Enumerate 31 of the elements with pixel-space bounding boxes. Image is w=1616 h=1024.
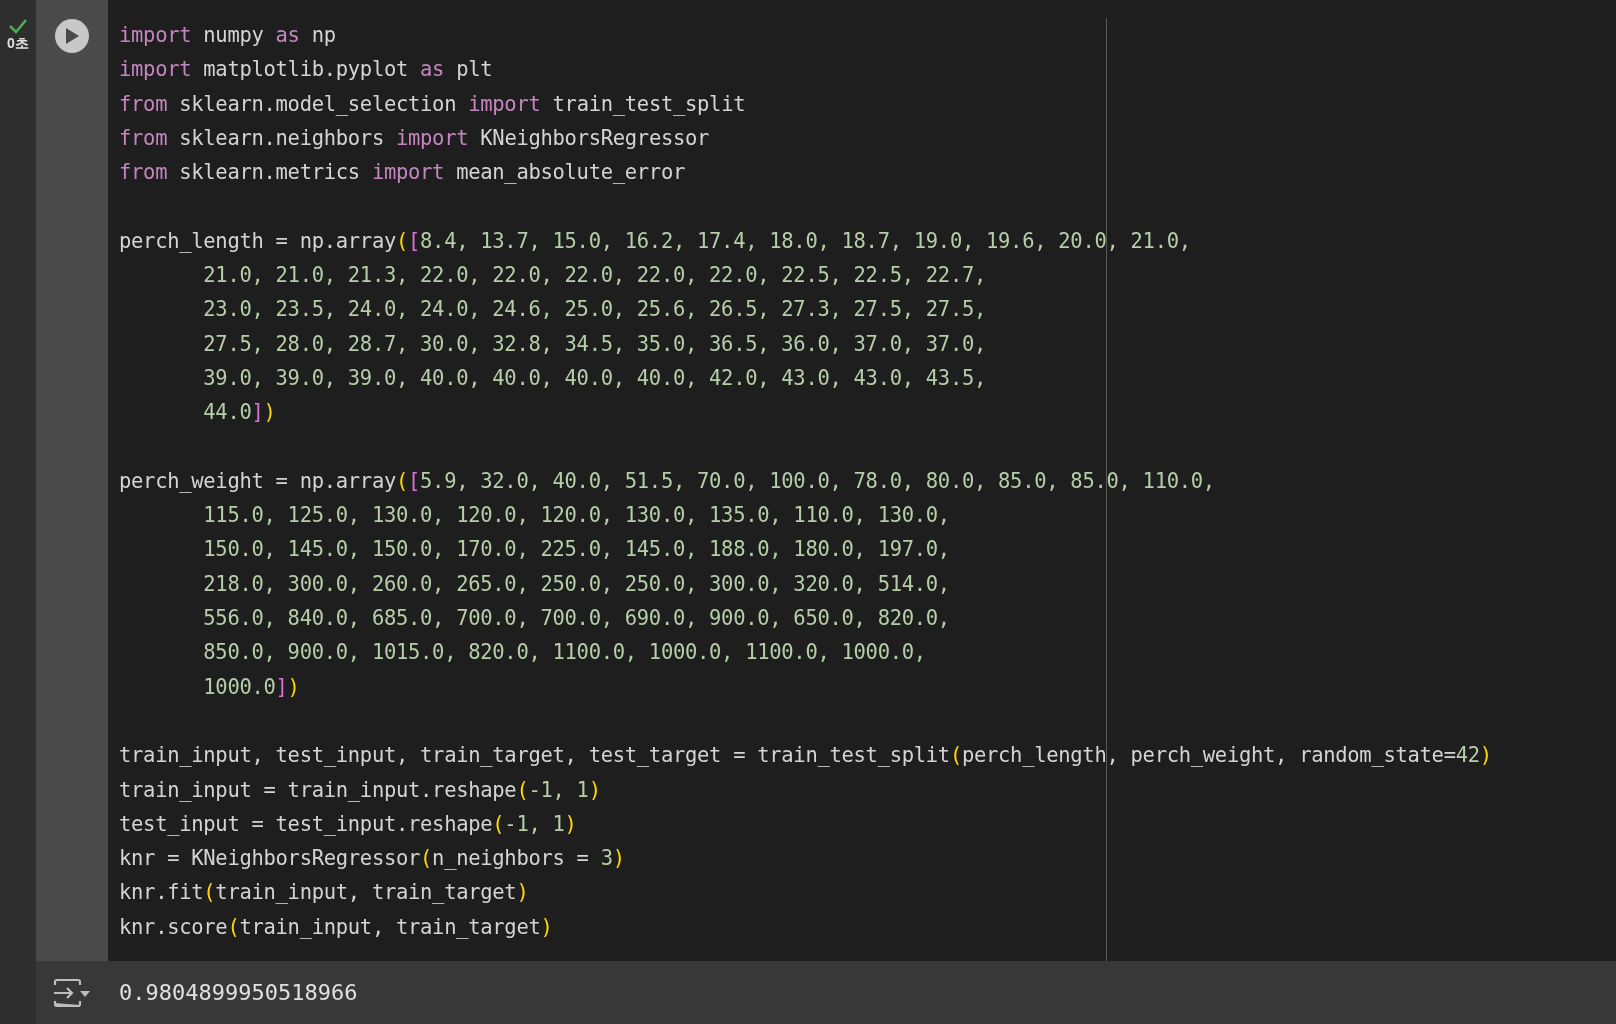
run-duration: 0초 — [7, 36, 29, 50]
code-line: knr = KNeighborsRegressor(n_neighbors = 3) — [119, 845, 625, 873]
code-line: 850.0, 900.0, 1015.0, 820.0, 1100.0, 1000.0, 1100.0, 1000.0, — [202, 639, 926, 667]
code-line: 115.0, 125.0, 130.0, 120.0, 120.0, 130.0, 135.0, 110.0, 130.0, — [202, 502, 950, 530]
code-line: test_input = test_input.reshape(-1, 1) — [119, 810, 577, 838]
code-line: 150.0, 145.0, 150.0, 170.0, 225.0, 145.0, 188.0, 180.0, 197.0, — [202, 536, 950, 564]
output-toggle-icon — [52, 977, 92, 1008]
code-line: import matplotlib.pyplot as plt — [119, 56, 493, 84]
output-text: 0.9804899950518966 — [118, 979, 358, 1007]
code-line: train_input = train_input.reshape(-1, 1) — [119, 776, 601, 804]
play-icon — [65, 28, 79, 44]
code-line: from sklearn.neighbors import KNeighborsRegressor — [119, 124, 710, 152]
code-line: 44.0]) — [202, 399, 276, 427]
run-cell-button[interactable] — [55, 19, 89, 53]
code-line: 21.0, 21.0, 21.3, 22.0, 22.0, 22.0, 22.0, 22.0, 22.5, 22.5, 22.7, — [202, 262, 987, 290]
code-line: knr.fit(train_input, train_target) — [119, 879, 529, 907]
code-line: 556.0, 840.0, 685.0, 700.0, 700.0, 690.0, 900.0, 650.0, 820.0, — [202, 605, 950, 633]
code-line: 39.0, 39.0, 39.0, 40.0, 40.0, 40.0, 40.0, 42.0, 43.0, 43.0, 43.5, — [202, 364, 987, 392]
code-line: train_input, test_input, train_target, test_target = train_test_split(perch_length, perch_weight, random_state=42) — [119, 742, 1492, 770]
code-line: 1000.0]) — [202, 673, 300, 701]
code-line: knr.score(train_input, train_target) — [119, 913, 553, 941]
output-actions-button[interactable] — [52, 977, 92, 1008]
code-line: 218.0, 300.0, 260.0, 265.0, 250.0, 250.0, 300.0, 320.0, 514.0, — [202, 570, 950, 598]
code-line: perch_weight = np.array([5.9, 32.0, 40.0, 51.5, 70.0, 100.0, 78.0, 80.0, 85.0, 85.0, 110.0, — [119, 467, 1215, 495]
code-line: from sklearn.model_selection import train_test_split — [119, 90, 746, 118]
code-line: 27.5, 28.0, 28.7, 30.0, 32.8, 34.5, 35.0, 36.5, 36.0, 37.0, 37.0, — [202, 330, 987, 358]
code-editor[interactable] — [108, 0, 1616, 961]
code-line: perch_length = np.array([8.4, 13.7, 15.0, 16.2, 17.4, 18.0, 18.7, 19.0, 19.6, 20.0, 21.0, — [119, 227, 1191, 255]
code-line: import numpy as np — [119, 22, 336, 49]
code-line: 23.0, 23.5, 24.0, 24.0, 24.6, 25.0, 25.6, 26.5, 27.3, 27.5, 27.5, — [202, 296, 987, 324]
code-line: from sklearn.metrics import mean_absolute_error — [119, 159, 685, 187]
